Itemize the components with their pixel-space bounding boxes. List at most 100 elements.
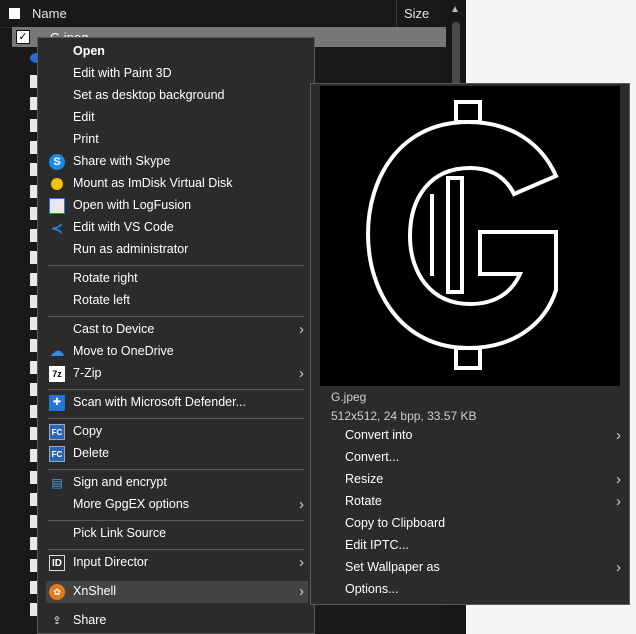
submenu-item-label: Rotate (345, 494, 382, 508)
vscode-icon: ≺ (51, 220, 63, 236)
submenu-item-set-wallpaper[interactable]: Set Wallpaper as › (331, 557, 623, 579)
menu-item-label: Scan with Microsoft Defender... (73, 395, 246, 409)
g-dollar-logo-image (365, 100, 559, 370)
menu-item-open[interactable]: Open (46, 41, 308, 63)
submenu-item-edit-iptc[interactable]: Edit IPTC... (331, 535, 623, 557)
xnshell-submenu: G.jpeg 512x512, 24 bpp, 33.57 KB Convert… (310, 83, 630, 605)
menu-item-scan-defender[interactable]: ✚ Scan with Microsoft Defender... (46, 392, 308, 414)
name-column-header[interactable]: Name (32, 6, 67, 21)
menu-item-cast-to-device[interactable]: Cast to Device › (46, 319, 308, 341)
fastcopy-icon: FC (49, 446, 65, 462)
column-divider[interactable] (396, 0, 397, 27)
menu-item-label: Share (73, 613, 107, 627)
menu-item-label: Copy (73, 424, 103, 438)
submenu-item-label: Resize (345, 472, 384, 486)
menu-item-label: Edit (73, 110, 95, 124)
scroll-up-icon[interactable]: ▲ (450, 4, 460, 15)
context-menu: Open Edit with Paint 3D Set as desktop b… (37, 37, 315, 634)
chevron-right-icon: › (299, 321, 304, 338)
menu-item-move-onedrive[interactable]: ☁ Move to OneDrive (46, 341, 308, 363)
menu-item-label: Print (73, 132, 99, 146)
logfusion-icon (49, 198, 65, 214)
menu-item-sign-encrypt[interactable]: ▤ Sign and encrypt (46, 472, 308, 494)
menu-separator (48, 316, 304, 317)
menu-item-label: 7-Zip (73, 366, 102, 380)
menu-item-set-desktop-background[interactable]: Set as desktop background (46, 85, 308, 107)
menu-separator (48, 520, 304, 521)
submenu-item-label: Copy to Clipboard (345, 516, 446, 530)
menu-item-pick-link-source[interactable]: Pick Link Source (46, 523, 308, 545)
image-preview (320, 86, 620, 386)
menu-item-edit-paint3d[interactable]: Edit with Paint 3D (46, 63, 308, 85)
menu-item-label: Open (73, 44, 105, 58)
submenu-item-rotate[interactable]: Rotate › (331, 491, 623, 513)
menu-item-rotate-right[interactable]: Rotate right (46, 268, 308, 290)
menu-item-delete[interactable]: FC Delete (46, 443, 308, 465)
inputdirector-icon: ID (49, 555, 65, 571)
menu-item-label: Edit with VS Code (73, 220, 174, 234)
chevron-right-icon: › (616, 471, 621, 488)
menu-item-edit-vscode[interactable]: ≺ Edit with VS Code (46, 217, 308, 239)
chevron-right-icon: › (616, 559, 621, 576)
menu-item-mount-imdisk[interactable]: Mount as ImDisk Virtual Disk (46, 173, 308, 195)
menu-item-share-skype[interactable]: S Share with Skype (46, 151, 308, 173)
chevron-right-icon: › (299, 554, 304, 571)
submenu-item-convert[interactable]: Convert... (331, 447, 623, 469)
menu-separator (48, 389, 304, 390)
menu-item-label: Share with Skype (73, 154, 171, 168)
file-checkbox[interactable]: ✓ (16, 30, 30, 44)
fastcopy-icon: FC (49, 424, 65, 440)
submenu-item-options[interactable]: Options... (331, 579, 623, 601)
submenu-item-label: Edit IPTC... (345, 538, 409, 552)
menu-separator (48, 469, 304, 470)
submenu-item-label: Set Wallpaper as (345, 560, 440, 574)
menu-item-label: Delete (73, 446, 110, 460)
menu-item-label: Rotate right (73, 271, 138, 285)
chevron-right-icon: › (299, 583, 304, 600)
select-all-checkbox[interactable] (9, 8, 20, 19)
menu-item-share[interactable]: ⇪ Share (46, 610, 308, 632)
menu-item-label: XnShell (73, 584, 117, 598)
menu-item-rotate-left[interactable]: Rotate left (46, 290, 308, 312)
menu-item-run-as-admin[interactable]: Run as administrator (46, 239, 308, 261)
chevron-right-icon: › (299, 365, 304, 382)
chevron-right-icon: › (616, 493, 621, 510)
submenu-item-label: Convert... (345, 450, 400, 464)
menu-item-label: Move to OneDrive (73, 344, 174, 358)
menu-item-edit[interactable]: Edit (46, 107, 308, 129)
menu-item-copy[interactable]: FC Copy (46, 421, 308, 443)
gpg-icon: ▤ (51, 476, 63, 490)
menu-separator (48, 418, 304, 419)
submenu-item-copy-clipboard[interactable]: Copy to Clipboard (331, 513, 623, 535)
menu-item-label: Run as administrator (73, 242, 189, 256)
chevron-right-icon: › (616, 427, 621, 444)
size-column-header[interactable]: Size (404, 6, 429, 21)
submenu-item-label: Convert into (345, 428, 413, 442)
menu-item-xnshell[interactable]: ✿ XnShell › (46, 581, 308, 603)
menu-item-label: Rotate left (73, 293, 130, 307)
menu-item-label: Pick Link Source (73, 526, 167, 540)
imdisk-icon (51, 178, 63, 190)
menu-separator (48, 549, 304, 550)
7zip-icon: 7z (49, 366, 65, 382)
menu-item-label: Edit with Paint 3D (73, 66, 172, 80)
menu-item-label: Input Director (73, 555, 149, 569)
submenu-item-convert-into[interactable]: Convert into › (331, 425, 623, 447)
column-header: Name Size (0, 0, 446, 28)
defender-icon: ✚ (49, 395, 65, 411)
chevron-right-icon: › (299, 496, 304, 513)
preview-file-name: G.jpeg (331, 390, 367, 404)
menu-item-7zip[interactable]: 7z 7-Zip › (46, 363, 308, 385)
menu-item-print[interactable]: Print (46, 129, 308, 151)
menu-item-input-director[interactable]: ID Input Director › (46, 552, 308, 574)
menu-item-label: More GpgEX options (73, 497, 190, 511)
menu-item-label: Open with LogFusion (73, 198, 192, 212)
menu-item-more-gpgex[interactable]: More GpgEX options › (46, 494, 308, 516)
submenu-item-resize[interactable]: Resize › (331, 469, 623, 491)
menu-separator (48, 265, 304, 266)
onedrive-icon: ☁ (49, 343, 65, 360)
skype-icon: S (49, 154, 65, 170)
menu-item-label: Mount as ImDisk Virtual Disk (73, 176, 233, 190)
menu-item-open-logfusion[interactable]: Open with LogFusion (46, 195, 308, 217)
share-icon: ⇪ (52, 615, 62, 627)
